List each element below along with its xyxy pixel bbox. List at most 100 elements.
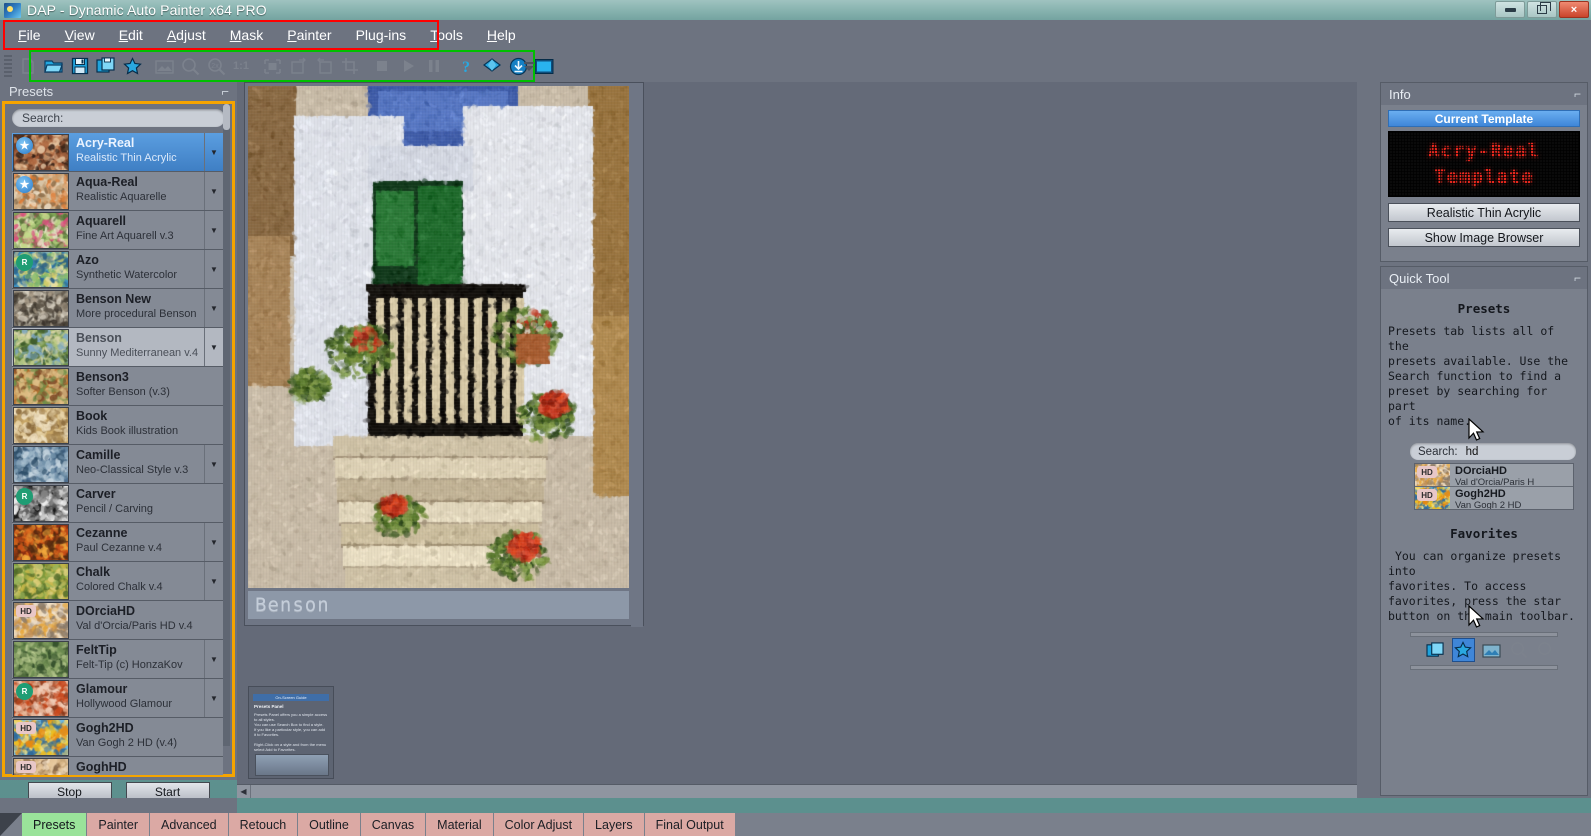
- presets-panel: Presets ⌐ Search: ★ Acry-Real Realistic Th…: [0, 82, 237, 802]
- presets-scrollbar-thumb[interactable]: [223, 104, 230, 130]
- preset-row-carver[interactable]: R Carver Pencil / Carving: [12, 484, 223, 523]
- menu-item-tools[interactable]: Tools: [420, 25, 473, 45]
- preset-dropdown-arrow-icon[interactable]: ▼: [204, 562, 223, 600]
- painting-canvas[interactable]: [248, 86, 629, 588]
- preset-dropdown-arrow-icon[interactable]: ▼: [204, 172, 223, 210]
- menu-item-plugins[interactable]: Plug-ins: [346, 25, 417, 45]
- preset-text: Glamour Hollywood Glamour: [69, 679, 204, 717]
- preset-row-aquarell[interactable]: Aquarell Fine Art Aquarell v.3 ▼: [12, 211, 223, 250]
- preset-dropdown-arrow-icon[interactable]: ▼: [204, 328, 223, 366]
- preset-row-azo[interactable]: R Azo Synthetic Watercolor ▼: [12, 250, 223, 289]
- image-browser-icon[interactable]: [1479, 638, 1503, 662]
- preset-dropdown-arrow-icon[interactable]: ▼: [204, 445, 223, 483]
- preset-row-felttip[interactable]: FeltTip Felt-Tip (c) HonzaKov ▼: [12, 640, 223, 679]
- pin-icon[interactable]: ⌐: [221, 84, 229, 99]
- canvas-workspace[interactable]: Benson On-Screen Guide Presets Panel Pre…: [237, 82, 1357, 798]
- save-as-icon[interactable]: [93, 53, 119, 79]
- help-question-icon[interactable]: ?: [453, 53, 479, 79]
- preset-text: DOrciaHD Val d'Orcia/Paris HD v.4: [69, 601, 223, 639]
- preset-row-acry-real[interactable]: ★ Acry-Real Realistic Thin Acrylic ▼: [12, 133, 223, 172]
- show-image-browser-button[interactable]: Show Image Browser: [1388, 228, 1580, 247]
- preset-row-camille[interactable]: Camille Neo-Classical Style v.3 ▼: [12, 445, 223, 484]
- preset-dropdown-arrow-icon[interactable]: ▼: [204, 211, 223, 249]
- star-favorites-icon[interactable]: [119, 53, 145, 79]
- menu-item-view[interactable]: View: [55, 25, 105, 45]
- preset-row-goghhd[interactable]: HD GoghHD: [12, 757, 223, 775]
- preset-name: FeltTip: [76, 643, 117, 657]
- tab-retouch[interactable]: Retouch: [228, 813, 299, 836]
- menu-item-edit[interactable]: Edit: [109, 25, 153, 45]
- badge-rembrandt-icon: R: [16, 254, 33, 271]
- search-label: Search:: [22, 111, 64, 125]
- quick-tool-result-row[interactable]: HD Gogh2HD Van Gogh 2 HD: [1415, 487, 1573, 509]
- preset-name: Benson New: [76, 292, 152, 306]
- menu-item-help[interactable]: Help: [477, 25, 526, 45]
- preset-row-dorciahd[interactable]: HD DOrciaHD Val d'Orcia/Paris HD v.4: [12, 601, 223, 640]
- tab-painter[interactable]: Painter: [87, 813, 150, 836]
- tab-layers[interactable]: Layers: [584, 813, 645, 836]
- pin-icon[interactable]: ⌐: [1574, 87, 1581, 101]
- tab-outline[interactable]: Outline: [298, 813, 361, 836]
- presets-panel-caption: Presets ⌐: [0, 82, 237, 101]
- toolbar-overflow-chevron[interactable]: [523, 54, 535, 78]
- tab-advanced[interactable]: Advanced: [150, 813, 229, 836]
- search-input[interactable]: Search:: [12, 109, 225, 127]
- menu-item-adjust[interactable]: Adjust: [157, 25, 216, 45]
- menu-item-painter[interactable]: Painter: [277, 25, 341, 45]
- save-icon[interactable]: [67, 53, 93, 79]
- preset-row-cezanne[interactable]: Cezanne Paul Cezanne v.4 ▼: [12, 523, 223, 562]
- toolbar-grip[interactable]: [4, 55, 12, 77]
- quick-tool-result-row[interactable]: HD DOrciaHD Val d'Orcia/Paris H: [1415, 464, 1573, 487]
- preset-row-benson[interactable]: Benson Sunny Mediterranean v.4 ▼: [12, 328, 223, 367]
- presets-list[interactable]: ★ Acry-Real Realistic Thin Acrylic ▼ ★ Aqua-R…: [12, 133, 223, 775]
- badge-favorite-star-icon: ★: [16, 137, 33, 154]
- preset-description: Realistic Thin Acrylic: [76, 152, 177, 164]
- preset-dropdown-arrow-icon[interactable]: ▼: [204, 679, 223, 717]
- minimize-button[interactable]: [1495, 1, 1525, 18]
- save-as-icon[interactable]: [1424, 638, 1448, 662]
- tab-canvas[interactable]: Canvas: [360, 813, 427, 836]
- presets-scrollbar[interactable]: [223, 104, 230, 746]
- quick-tool-mini-toolbar: [1410, 632, 1558, 670]
- menu-item-file[interactable]: FFileile: [8, 25, 51, 45]
- canvas-horizontal-scrollbar[interactable]: ◀: [237, 784, 1357, 798]
- close-button[interactable]: ×: [1559, 1, 1589, 18]
- star-favorites-icon[interactable]: [1451, 638, 1476, 662]
- on-screen-guide-thumbnail[interactable]: On-Screen Guide Presets Panel Presets Pa…: [248, 686, 334, 779]
- preset-row-benson-new[interactable]: Benson New More procedural Benson ▼: [12, 289, 223, 328]
- preset-description: Hollywood Glamour: [76, 698, 172, 710]
- template-description-button[interactable]: Realistic Thin Acrylic: [1388, 203, 1580, 222]
- preset-dropdown-arrow-icon[interactable]: ▼: [204, 133, 223, 171]
- gem-plugin-icon[interactable]: [479, 53, 505, 79]
- preset-row-benson3[interactable]: Benson3 Softer Benson (v.3): [12, 367, 223, 406]
- open-folder-icon[interactable]: [41, 53, 67, 79]
- guide-body: Presets Panel offers you a simple access…: [254, 712, 328, 752]
- quick-tool-search-input[interactable]: Search: hd: [1410, 443, 1576, 460]
- pin-icon[interactable]: ⌐: [1574, 271, 1581, 285]
- quick-tool-search-results[interactable]: HD DOrciaHD Val d'Orcia/Paris H HD Gogh2HD Va…: [1414, 463, 1574, 510]
- preset-row-book[interactable]: Book Kids Book illustration: [12, 406, 223, 445]
- menu-item-mask[interactable]: Mask: [220, 25, 273, 45]
- zoom-1to1-label: 1:1: [233, 60, 249, 72]
- zoom-out-icon: [177, 53, 203, 79]
- preset-description: Pencil / Carving: [76, 503, 154, 515]
- preset-row-gogh2hd[interactable]: HD Gogh2HD Van Gogh 2 HD (v.4): [12, 718, 223, 757]
- preset-text: Chalk Colored Chalk v.4: [69, 562, 204, 600]
- preset-dropdown-arrow-icon[interactable]: ▼: [204, 289, 223, 327]
- scroll-left-arrow[interactable]: ◀: [237, 785, 251, 798]
- preset-dropdown-arrow-icon[interactable]: ▼: [204, 523, 223, 561]
- preset-dropdown-arrow-icon[interactable]: ▼: [204, 640, 223, 678]
- tab-presets[interactable]: Presets: [22, 813, 88, 836]
- tab-color-adjust[interactable]: Color Adjust: [493, 813, 585, 836]
- tab-material[interactable]: Material: [426, 813, 494, 836]
- tab-final-output[interactable]: Final Output: [644, 813, 736, 836]
- preset-row-aqua-real[interactable]: ★ Aqua-Real Realistic Aquarelle ▼: [12, 172, 223, 211]
- document-window[interactable]: Benson: [244, 82, 644, 627]
- maximize-button[interactable]: [1527, 1, 1557, 18]
- preset-row-glamour[interactable]: R Glamour Hollywood Glamour ▼: [12, 679, 223, 718]
- preset-description: Sunny Mediterranean v.4: [76, 347, 199, 359]
- document-vertical-scrollbar[interactable]: [631, 83, 643, 627]
- preset-row-chalk[interactable]: Chalk Colored Chalk v.4 ▼: [12, 562, 223, 601]
- led-line-2: Template: [1434, 166, 1534, 188]
- preset-dropdown-arrow-icon[interactable]: ▼: [204, 250, 223, 288]
